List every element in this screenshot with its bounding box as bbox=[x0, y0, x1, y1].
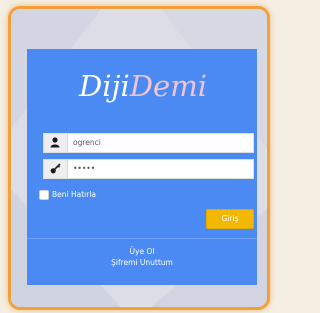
username-input[interactable] bbox=[73, 134, 243, 152]
password-row bbox=[43, 159, 254, 179]
signup-link[interactable]: Üye Ol bbox=[27, 247, 257, 257]
logo-text-part2: Demi bbox=[129, 69, 207, 103]
forgot-password-link[interactable]: Şifremi Unuttum bbox=[27, 258, 257, 268]
password-input[interactable] bbox=[73, 160, 243, 178]
login-card: DijiDemi Beni Hatırla bbox=[27, 49, 257, 285]
username-row bbox=[43, 133, 254, 153]
login-button[interactable]: Giriş bbox=[206, 209, 254, 229]
app-logo: DijiDemi bbox=[45, 57, 241, 115]
login-frame: DijiDemi Beni Hatırla bbox=[8, 6, 270, 310]
remember-checkbox[interactable] bbox=[39, 190, 49, 200]
logo-text-part1: Diji bbox=[79, 69, 130, 103]
divider bbox=[27, 238, 257, 239]
key-icon bbox=[44, 160, 68, 178]
user-icon bbox=[44, 134, 68, 152]
remember-label: Beni Hatırla bbox=[52, 190, 97, 199]
